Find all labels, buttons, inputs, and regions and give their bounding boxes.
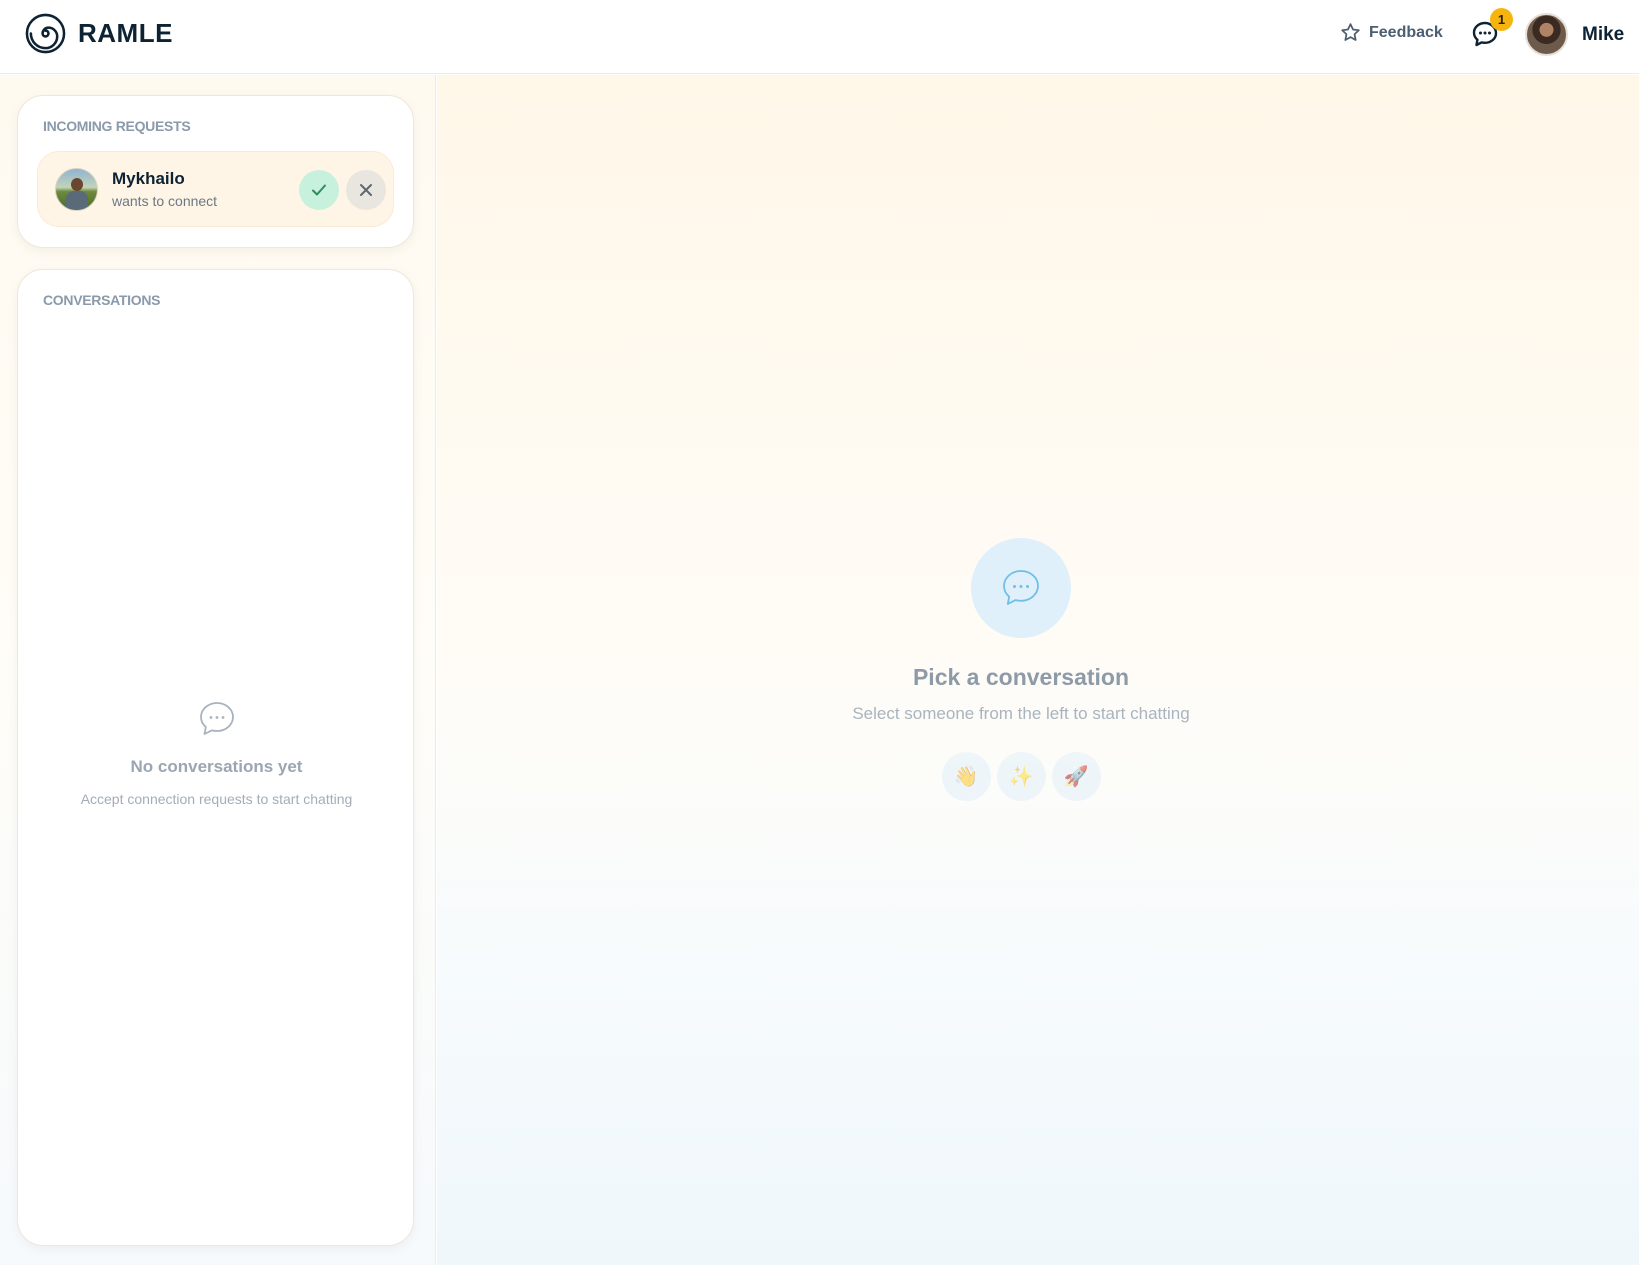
- top-bar: RAMLE Feedback 1 Mike: [0, 0, 1639, 74]
- brand[interactable]: RAMLE: [25, 13, 173, 54]
- star-icon: [1341, 23, 1360, 41]
- avatar: [55, 168, 98, 211]
- check-icon: [312, 184, 326, 196]
- conversations-empty-state: No conversations yet Accept connection r…: [18, 700, 415, 807]
- rocket-emoji: 🚀: [1051, 752, 1101, 801]
- conversations-card: CONVERSATIONS No conversations yet Accep…: [17, 269, 414, 1246]
- brand-name: RAMLE: [78, 18, 173, 48]
- incoming-requests-card: INCOMING REQUESTS Mykhailo wants to conn…: [17, 95, 414, 248]
- user-menu[interactable]: Mike: [1525, 13, 1624, 56]
- incoming-requests-title: INCOMING REQUESTS: [43, 118, 191, 134]
- request-subtitle: wants to connect: [112, 193, 218, 209]
- feedback-label: Feedback: [1369, 23, 1443, 41]
- request-item[interactable]: Mykhailo wants to connect: [37, 151, 394, 227]
- sidebar: INCOMING REQUESTS Mykhailo wants to conn…: [0, 75, 436, 1265]
- spiral-logo-icon: [25, 13, 66, 54]
- conversations-title: CONVERSATIONS: [43, 292, 161, 308]
- empty-subtitle: Select someone from the left to start ch…: [852, 704, 1190, 723]
- emoji-row: 👋 ✨ 🚀: [437, 752, 1605, 801]
- sparkles-emoji: ✨: [996, 752, 1046, 801]
- feedback-button[interactable]: Feedback: [1340, 22, 1443, 43]
- chat-empty-state: Pick a conversation Select someone from …: [437, 538, 1605, 801]
- decline-button[interactable]: [346, 170, 386, 210]
- user-name: Mike: [1582, 23, 1625, 45]
- chat-placeholder-badge: [971, 538, 1071, 638]
- empty-title: Pick a conversation: [912, 664, 1130, 690]
- chat-bubble-icon: [1003, 570, 1039, 605]
- request-name: Mykhailo: [112, 169, 185, 188]
- close-icon: [360, 184, 372, 196]
- empty-subtitle: Accept connection requests to start chat…: [80, 791, 353, 807]
- wave-emoji: 👋: [941, 752, 991, 801]
- avatar: [1525, 13, 1568, 56]
- chat-bubble-icon: [199, 702, 234, 735]
- empty-title: No conversations yet: [130, 757, 303, 776]
- chat-main-area: Pick a conversation Select someone from …: [437, 75, 1639, 1265]
- messages-badge: 1: [1490, 8, 1513, 31]
- accept-button[interactable]: [299, 170, 339, 210]
